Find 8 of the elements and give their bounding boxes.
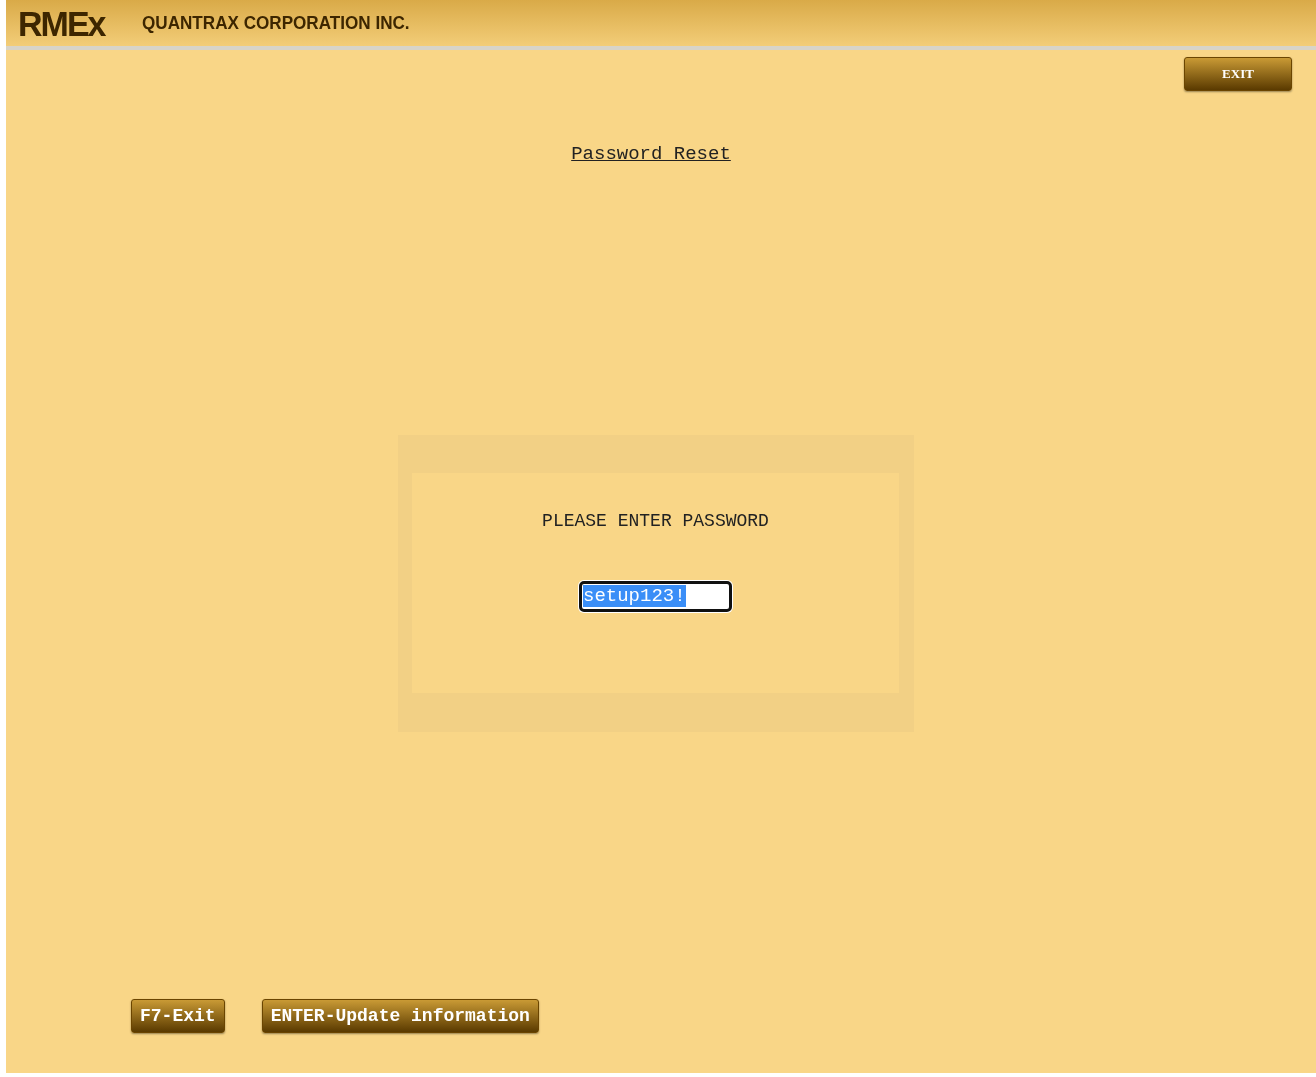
logo: RMEx xyxy=(18,2,105,44)
function-key-button[interactable]: ENTER-Update information xyxy=(261,999,539,1033)
prompt-label: PLEASE ENTER PASSWORD xyxy=(542,510,769,531)
page-title: Password Reset xyxy=(571,143,731,165)
company-name: QUANTRAX CORPORATION INC. xyxy=(142,12,411,34)
exit-button[interactable]: EXIT xyxy=(1184,57,1292,91)
password-field[interactable]: setup123! xyxy=(579,580,732,612)
function-key-button[interactable]: F7-Exit xyxy=(131,999,225,1033)
